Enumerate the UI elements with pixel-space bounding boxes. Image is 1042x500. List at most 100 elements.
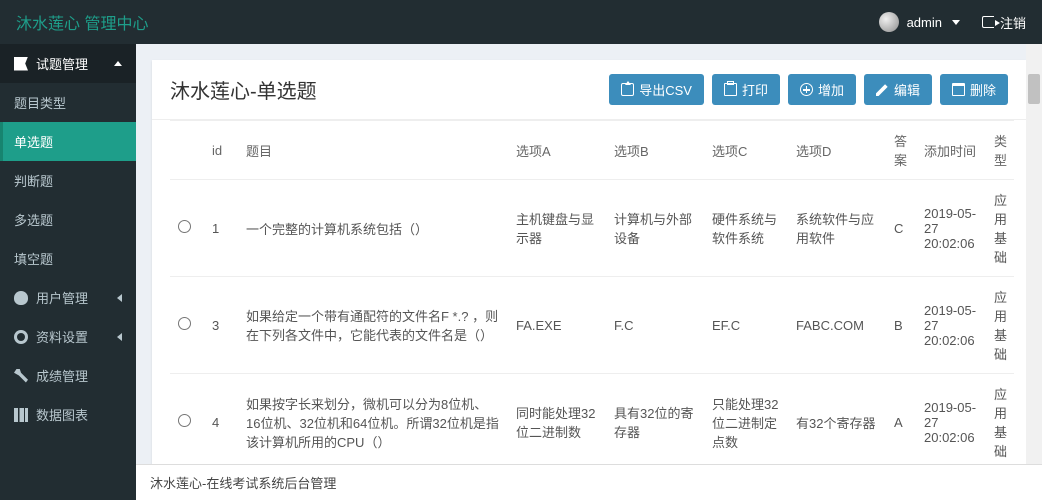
col-select <box>170 121 204 180</box>
col-type: 类型 <box>986 121 1014 180</box>
col-optb: 选项B <box>606 121 704 180</box>
chart-icon <box>14 408 28 422</box>
brand-title: 沐水莲心 管理中心 <box>16 10 148 34</box>
button-label: 删除 <box>970 80 996 99</box>
username: admin <box>907 15 942 30</box>
col-opta: 选项A <box>508 121 606 180</box>
chevron-left-icon <box>117 333 122 341</box>
cell-optd: 系统软件与应用软件 <box>788 180 886 277</box>
main-panel: 沐水莲心-单选题 导出CSV 打印 增加 编辑 删除 <box>152 60 1026 500</box>
topbar: 沐水莲心 管理中心 admin 注销 <box>0 0 1042 44</box>
cell-optc: EF.C <box>704 277 788 374</box>
cell-time: 2019-05-27 20:02:06 <box>916 180 986 277</box>
sidebar-item-multi-choice[interactable]: 多选题 <box>0 200 136 239</box>
cell-opta: 主机键盘与显示器 <box>508 180 606 277</box>
user-icon <box>14 291 28 305</box>
row-select-radio[interactable] <box>178 220 191 233</box>
sidebar-group-label: 数据图表 <box>36 405 88 424</box>
logout-label: 注销 <box>1000 13 1026 32</box>
flag-icon <box>14 57 28 71</box>
table-row: 1一个完整的计算机系统包括（）主机键盘与显示器计算机与外部设备硬件系统与软件系统… <box>170 180 1014 277</box>
panel-actions: 导出CSV 打印 增加 编辑 删除 <box>609 74 1008 105</box>
print-button[interactable]: 打印 <box>712 74 780 105</box>
button-label: 编辑 <box>894 80 920 99</box>
table-row: 4如果按字长来划分，微机可以分为8位机、16位机、32位机和64位机。所谓32位… <box>170 374 1014 471</box>
footer: 沐水莲心-在线考试系统后台管理 <box>136 464 1042 500</box>
col-answer: 答案 <box>886 121 916 180</box>
row-select-radio[interactable] <box>178 317 191 330</box>
cell-answer: A <box>886 374 916 471</box>
cell-type: 应用基础 <box>986 374 1014 471</box>
cell-optb: F.C <box>606 277 704 374</box>
cell-time: 2019-05-27 20:02:06 <box>916 374 986 471</box>
sidebar-item-judge[interactable]: 判断题 <box>0 161 136 200</box>
cell-question: 如果按字长来划分，微机可以分为8位机、16位机、32位机和64位机。所谓32位机… <box>238 374 508 471</box>
cell-opta: FA.EXE <box>508 277 606 374</box>
logout-button[interactable]: 注销 <box>982 13 1026 32</box>
gear-icon <box>14 330 28 344</box>
col-time: 添加时间 <box>916 121 986 180</box>
cell-optd: 有32个寄存器 <box>788 374 886 471</box>
col-optc: 选项C <box>704 121 788 180</box>
wrench-icon <box>14 369 28 383</box>
col-optd: 选项D <box>788 121 886 180</box>
chevron-down-icon <box>952 20 960 25</box>
export-csv-button[interactable]: 导出CSV <box>609 74 704 105</box>
chevron-left-icon <box>117 294 122 302</box>
cell-time: 2019-05-27 20:02:06 <box>916 277 986 374</box>
edit-icon <box>876 83 889 96</box>
print-icon <box>724 83 737 96</box>
cell-answer: C <box>886 180 916 277</box>
user-menu[interactable]: admin <box>879 12 960 32</box>
content-area: 沐水莲心-单选题 导出CSV 打印 增加 编辑 删除 <box>136 44 1042 500</box>
cell-opta: 同时能处理32位二进制数 <box>508 374 606 471</box>
avatar <box>879 12 899 32</box>
button-label: 导出CSV <box>639 80 692 99</box>
page-title: 沐水莲心-单选题 <box>170 75 317 104</box>
sidebar-item-single-choice[interactable]: 单选题 <box>0 122 136 161</box>
row-select-radio[interactable] <box>178 414 191 427</box>
add-icon <box>800 83 813 96</box>
row-select-cell <box>170 374 204 471</box>
row-select-cell <box>170 277 204 374</box>
edit-button[interactable]: 编辑 <box>864 74 932 105</box>
delete-icon <box>952 83 965 96</box>
questions-table: id 题目 选项A 选项B 选项C 选项D 答案 添加时间 类型 1一个完整的计… <box>170 120 1014 500</box>
sidebar-group-label: 成绩管理 <box>36 366 88 385</box>
footer-text: 沐水莲心-在线考试系统后台管理 <box>150 476 336 491</box>
sidebar-group-questions[interactable]: 试题管理 <box>0 44 136 83</box>
col-id: id <box>204 121 238 180</box>
sidebar-group-settings[interactable]: 资料设置 <box>0 317 136 356</box>
row-select-cell <box>170 180 204 277</box>
scrollbar-thumb[interactable] <box>1028 74 1040 104</box>
sidebar-group-label: 用户管理 <box>36 288 88 307</box>
button-label: 增加 <box>818 80 844 99</box>
cell-type: 应用基础 <box>986 180 1014 277</box>
sidebar-group-label: 试题管理 <box>36 54 88 73</box>
cell-id: 1 <box>204 180 238 277</box>
sidebar-item-question-type[interactable]: 题目类型 <box>0 83 136 122</box>
delete-button[interactable]: 删除 <box>940 74 1008 105</box>
add-button[interactable]: 增加 <box>788 74 856 105</box>
export-icon <box>621 83 634 96</box>
cell-optd: FABC.COM <box>788 277 886 374</box>
table-row: 3如果给定一个带有通配符的文件名F *.? ，则在下列各文件中，它能代表的文件名… <box>170 277 1014 374</box>
table-container: id 题目 选项A 选项B 选项C 选项D 答案 添加时间 类型 1一个完整的计… <box>152 120 1026 500</box>
cell-optc: 硬件系统与软件系统 <box>704 180 788 277</box>
cell-type: 应用基础 <box>986 277 1014 374</box>
sidebar-group-users[interactable]: 用户管理 <box>0 278 136 317</box>
scrollbar[interactable] <box>1026 44 1042 500</box>
cell-question: 如果给定一个带有通配符的文件名F *.? ，则在下列各文件中，它能代表的文件名是… <box>238 277 508 374</box>
cell-optb: 具有32位的寄存器 <box>606 374 704 471</box>
sidebar: 试题管理 题目类型 单选题 判断题 多选题 填空题 用户管理 资料设置 成绩管理… <box>0 44 136 500</box>
sidebar-group-charts[interactable]: 数据图表 <box>0 395 136 434</box>
logout-icon <box>982 16 994 28</box>
cell-optb: 计算机与外部设备 <box>606 180 704 277</box>
panel-header: 沐水莲心-单选题 导出CSV 打印 增加 编辑 删除 <box>152 60 1026 120</box>
cell-id: 4 <box>204 374 238 471</box>
cell-optc: 只能处理32位二进制定点数 <box>704 374 788 471</box>
sidebar-group-grades[interactable]: 成绩管理 <box>0 356 136 395</box>
sidebar-group-label: 资料设置 <box>36 327 88 346</box>
col-question: 题目 <box>238 121 508 180</box>
sidebar-item-fill-blank[interactable]: 填空题 <box>0 239 136 278</box>
